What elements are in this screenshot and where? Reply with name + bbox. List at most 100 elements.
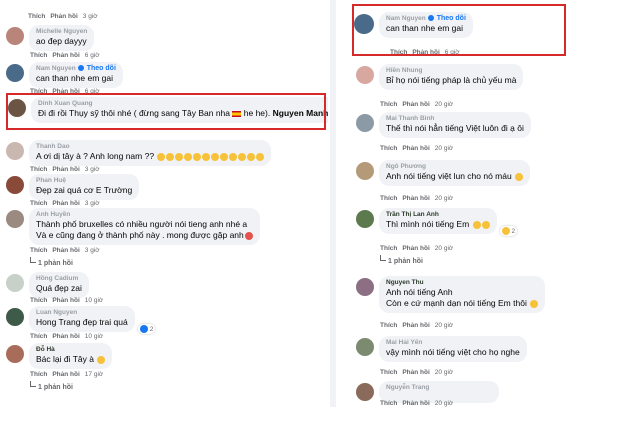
view-replies-link[interactable]: 1 phản hồi [30, 381, 73, 391]
verified-icon [77, 65, 84, 72]
comment-actions: Thích Phản hồi 20 giờ [380, 400, 454, 407]
comment-actions: Thích Phản hồi 3 giờ [30, 166, 100, 173]
panel-divider [330, 0, 336, 407]
comment-author[interactable]: Thanh Dao [36, 143, 264, 151]
like-link[interactable]: Thích [380, 322, 397, 329]
avatar[interactable] [356, 162, 374, 180]
reply-link[interactable]: Phản hồi [52, 52, 79, 59]
comment-text: Thì mình nói tiếng Em [386, 219, 490, 230]
comment-text: Còn e cứ mạnh dạn nói tiếng Em thôi [386, 298, 539, 309]
comment: Đỗ Hà Bác lại đi Tây à [6, 343, 113, 369]
highlight-box [352, 4, 566, 56]
comment-bubble: Phan Huệ Đẹp zai quá cơ E Trường [29, 174, 140, 200]
like-link[interactable]: Thích [30, 297, 47, 304]
reply-link[interactable]: Phản hồi [52, 247, 79, 254]
comment-actions: Thích Phản hồi 20 giờ [380, 101, 454, 108]
avatar[interactable] [356, 338, 374, 356]
reply-link[interactable]: Phản hồi [52, 333, 79, 340]
comment-author[interactable]: Nguyễn Trang [386, 384, 492, 392]
avatar[interactable] [6, 308, 24, 326]
comment-bubble: Mai Thanh Bình Thế thì nói hẳn tiếng Việ… [379, 112, 531, 138]
like-link[interactable]: Thích [380, 195, 397, 202]
reply-link[interactable]: Phản hồi [402, 322, 429, 329]
comment-author[interactable]: Luan Nguyen [36, 309, 128, 317]
comment-author[interactable]: Ngô Phương [386, 163, 523, 171]
avatar[interactable] [6, 142, 24, 160]
like-link[interactable]: Thích [380, 145, 397, 152]
reply-link[interactable]: Phản hồi [402, 145, 429, 152]
comment: Thanh Dao A ơi dị tây à ? Anh long nam ?… [6, 140, 272, 166]
reply-link[interactable]: Phản hồi [402, 369, 429, 376]
avatar[interactable] [6, 345, 24, 363]
comment-author[interactable]: Nam Nguyen Theo dõi [36, 65, 116, 73]
reaction-badge[interactable]: 2 [499, 226, 518, 236]
comment-bubble: Mai Hải Yến vậy mình nói tiếng việt cho … [379, 336, 527, 362]
like-link[interactable]: Thích [28, 13, 45, 20]
comment-author[interactable]: Trần Thị Lan Anh [386, 211, 490, 219]
comment-author[interactable]: Anh Huyền [36, 211, 253, 219]
view-replies-link[interactable]: 1 phản hồi [380, 255, 423, 265]
avatar[interactable] [356, 114, 374, 132]
comment-bubble: Michelle Nguyen ao đẹp dayyy [29, 25, 95, 51]
reply-link[interactable]: Phản hồi [52, 166, 79, 173]
like-link[interactable]: Thích [30, 166, 47, 173]
avatar[interactable] [356, 66, 374, 84]
like-link[interactable]: Thích [30, 371, 47, 378]
comment-actions: Thích Phản hồi 20 giờ [380, 245, 454, 252]
like-link[interactable]: Thích [30, 247, 47, 254]
comment-bubble: Trần Thị Lan Anh Thì mình nói tiếng Em [379, 208, 497, 234]
avatar[interactable] [6, 176, 24, 194]
comment-author[interactable]: Mai Hải Yến [386, 339, 520, 347]
reaction-badge[interactable]: 2 [137, 324, 156, 334]
avatar[interactable] [356, 210, 374, 228]
comment-bubble: Ngô Phương Anh nói tiếng việt lun cho nó… [379, 160, 531, 186]
comment-text: Thế thì nói hẳn tiếng Việt luôn đi ạ ôi [386, 123, 524, 133]
like-link[interactable]: Thích [380, 245, 397, 252]
comment-author[interactable]: Hồng Cadium [36, 275, 82, 283]
comment-text: can than nhe em gai [36, 73, 114, 83]
comment-text: Hong Trang đẹp trai quá [36, 317, 128, 327]
comment: Anh Huyền Thành phố bruxelles có nhiều n… [6, 208, 260, 245]
left-comment-thread: Thích Phản hồi 3 giờ Michelle Nguyen ao đẹ… [4, 0, 328, 407]
comment-text: Đẹp zai quá cơ E Trường [36, 185, 133, 195]
avatar[interactable] [6, 64, 24, 82]
reply-link[interactable]: Phản hồi [50, 13, 77, 20]
like-link[interactable]: Thích [30, 52, 47, 59]
reply-link[interactable]: Phản hồi [402, 101, 429, 108]
comment-author[interactable]: Hiền Nhung [386, 67, 516, 75]
comment-text: Và e cũng đang ở thành phố này . mong đư… [36, 230, 253, 241]
comment-actions: Thích Phản hồi 3 giờ [30, 247, 100, 254]
reply-link[interactable]: Phản hồi [52, 200, 79, 207]
avatar[interactable] [6, 27, 24, 45]
like-reaction-icon [139, 325, 148, 333]
comment-author[interactable]: Mai Thanh Bình [386, 115, 524, 123]
like-link[interactable]: Thích [30, 333, 47, 340]
reply-link[interactable]: Phản hồi [402, 195, 429, 202]
comment: Nguyen Thu Anh nói tiếng Anh Còn e cứ mạ… [356, 276, 546, 313]
right-comment-thread: Nam Nguyen Theo dõi can than nhe em gai T… [338, 0, 600, 407]
follow-link[interactable]: Theo dõi [87, 65, 116, 72]
avatar[interactable] [6, 210, 24, 228]
like-link[interactable]: Thích [30, 200, 47, 207]
comment: Mai Thanh Bình Thế thì nói hẳn tiếng Việ… [356, 112, 531, 138]
reply-link[interactable]: Phản hồi [402, 400, 429, 407]
reply-link[interactable]: Phản hồi [52, 371, 79, 378]
comment-author[interactable]: Michelle Nguyen [36, 28, 87, 36]
avatar[interactable] [356, 278, 374, 296]
view-replies-link[interactable]: 1 phản hồi [30, 257, 73, 267]
like-link[interactable]: Thích [380, 101, 397, 108]
comment-actions: Thích Phản hồi 10 giờ [30, 333, 104, 340]
comment-actions: Thích Phản hồi 6 giờ [30, 52, 100, 59]
reply-link[interactable]: Phản hồi [52, 297, 79, 304]
like-link[interactable]: Thích [380, 369, 397, 376]
comment-bubble: Đỗ Hà Bác lại đi Tây à [29, 343, 113, 369]
comment-bubble: Nam Nguyen Theo dõi can than nhe em gai [29, 62, 123, 88]
comment-author[interactable]: Đỗ Hà [36, 346, 105, 354]
like-link[interactable]: Thích [380, 400, 397, 407]
comment-author[interactable]: Nguyen Thu [386, 279, 538, 287]
comment-actions: Thích Phản hồi 3 giờ [30, 200, 100, 207]
avatar[interactable] [356, 383, 374, 401]
reply-link[interactable]: Phản hồi [402, 245, 429, 252]
avatar[interactable] [6, 274, 24, 292]
comment-author[interactable]: Phan Huệ [36, 177, 132, 185]
